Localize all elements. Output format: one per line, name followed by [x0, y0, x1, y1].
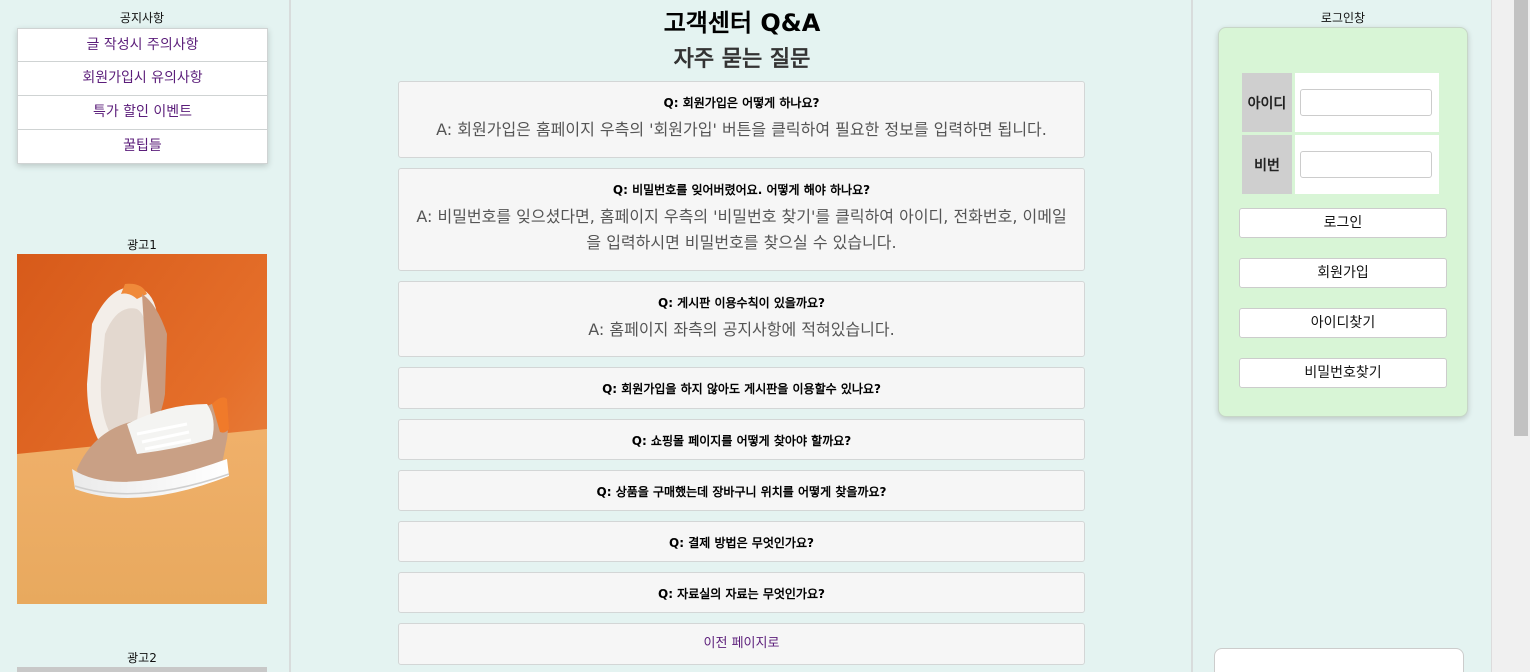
- faq-item-cart-location[interactable]: Q: 상품을 구매했는데 장바구니 위치를 어떻게 찾을까요?: [398, 470, 1085, 511]
- page-scrollbar[interactable]: [1491, 0, 1530, 672]
- faq-question: Q: 상품을 구매했는데 장바구니 위치를 어떻게 찾을까요?: [596, 485, 887, 499]
- faq-answer: A: 홈페이지 좌측의 공지사항에 적혀있습니다.: [588, 320, 895, 339]
- pw-field-cell: [1295, 135, 1439, 194]
- id-field-cell: [1295, 73, 1439, 132]
- login-button[interactable]: 로그인: [1239, 208, 1447, 238]
- notice-item-signup-notes[interactable]: 회원가입시 유의사항: [17, 62, 268, 96]
- faq-item-board-without-signup[interactable]: Q: 회원가입을 하지 않아도 게시판을 이용할수 있나요?: [398, 367, 1085, 409]
- signup-button[interactable]: 회원가입: [1239, 258, 1447, 288]
- ad1-sneaker-image[interactable]: [17, 254, 267, 604]
- faq-question: Q: 쇼핑몰 페이지를 어떻게 찾아야 할까요?: [631, 434, 852, 448]
- faq-item-board-rules[interactable]: Q: 게시판 이용수칙이 있을까요? A: 홈페이지 좌측의 공지사항에 적혀있…: [398, 281, 1085, 357]
- faq-question: Q: 비밀번호를 잊어버렸어요. 어떻게 해야 하나요?: [612, 183, 871, 197]
- notice-list: 글 작성시 주의사항 회원가입시 유의사항 특가 할인 이벤트 꿀팁들: [17, 28, 268, 164]
- ad2-title: 광고2: [127, 651, 157, 665]
- id-label: 아이디: [1242, 73, 1292, 132]
- pw-label: 비번: [1242, 135, 1292, 194]
- login-panel: 아이디 비번 로그인 회원가입 아이디찾기 비밀번호찾기: [1218, 27, 1468, 417]
- faq-item-shopping-page[interactable]: Q: 쇼핑몰 페이지를 어떻게 찾아야 할까요?: [398, 419, 1085, 460]
- faq-item-password[interactable]: Q: 비밀번호를 잊어버렸어요. 어떻게 해야 하나요? A: 비밀번호를 잊으…: [398, 168, 1085, 271]
- main-content: 고객센터 Q&A 자주 묻는 질문 Q: 회원가입은 어떻게 하나요? A: 회…: [293, 0, 1191, 672]
- faq-question: Q: 회원가입은 어떻게 하나요?: [663, 96, 820, 110]
- faq-question: Q: 자료실의 자료는 무엇인가요?: [658, 587, 825, 601]
- left-sidebar: 공지사항 글 작성시 주의사항 회원가입시 유의사항 특가 할인 이벤트 꿀팁들…: [0, 0, 291, 672]
- page-subtitle: 자주 묻는 질문: [673, 47, 811, 72]
- faq-answer: A: 비밀번호를 잊으셨다면, 홈페이지 우측의 '비밀번호 찾기'를 클릭하여…: [416, 207, 1067, 252]
- ad2-image[interactable]: [17, 667, 267, 672]
- back-button[interactable]: 이전 페이지로: [398, 623, 1085, 665]
- sneaker-illustration: [17, 254, 267, 604]
- notice-item-writing-rules[interactable]: 글 작성시 주의사항: [17, 28, 268, 62]
- faq-question: Q: 게시판 이용수칙이 있을까요?: [658, 296, 825, 310]
- faq-answer: A: 회원가입은 홈페이지 우측의 '회원가입' 버튼을 클릭하여 필요한 정보…: [436, 120, 1047, 139]
- faq-question: Q: 회원가입을 하지 않아도 게시판을 이용할수 있나요?: [602, 382, 881, 396]
- notice-item-tips[interactable]: 꿀팁들: [17, 130, 268, 164]
- faq-item-payment[interactable]: Q: 결제 방법은 무엇인가요?: [398, 521, 1085, 562]
- find-id-button[interactable]: 아이디찾기: [1239, 308, 1447, 338]
- ad1-title: 광고1: [127, 238, 157, 252]
- page-title: 고객센터 Q&A: [663, 9, 821, 37]
- notice-item-sale-event[interactable]: 특가 할인 이벤트: [17, 96, 268, 130]
- faq-question: Q: 결제 방법은 무엇인가요?: [669, 536, 814, 550]
- find-password-button[interactable]: 비밀번호찾기: [1239, 358, 1447, 388]
- faq-item-archive[interactable]: Q: 자료실의 자료는 무엇인가요?: [398, 572, 1085, 613]
- faq-item-signup[interactable]: Q: 회원가입은 어떻게 하나요? A: 회원가입은 홈페이지 우측의 '회원가…: [398, 81, 1085, 158]
- pw-input[interactable]: [1300, 151, 1432, 178]
- login-panel-title: 로그인창: [1320, 11, 1366, 25]
- scrollbar-thumb[interactable]: [1514, 0, 1528, 436]
- right-sidebar: 로그인창 아이디 비번 로그인 회원가입 아이디찾기 비밀번호찾기: [1191, 0, 1490, 672]
- id-input[interactable]: [1300, 89, 1432, 116]
- notice-section-title: 공지사항: [119, 11, 165, 25]
- bottom-panel: [1214, 648, 1464, 672]
